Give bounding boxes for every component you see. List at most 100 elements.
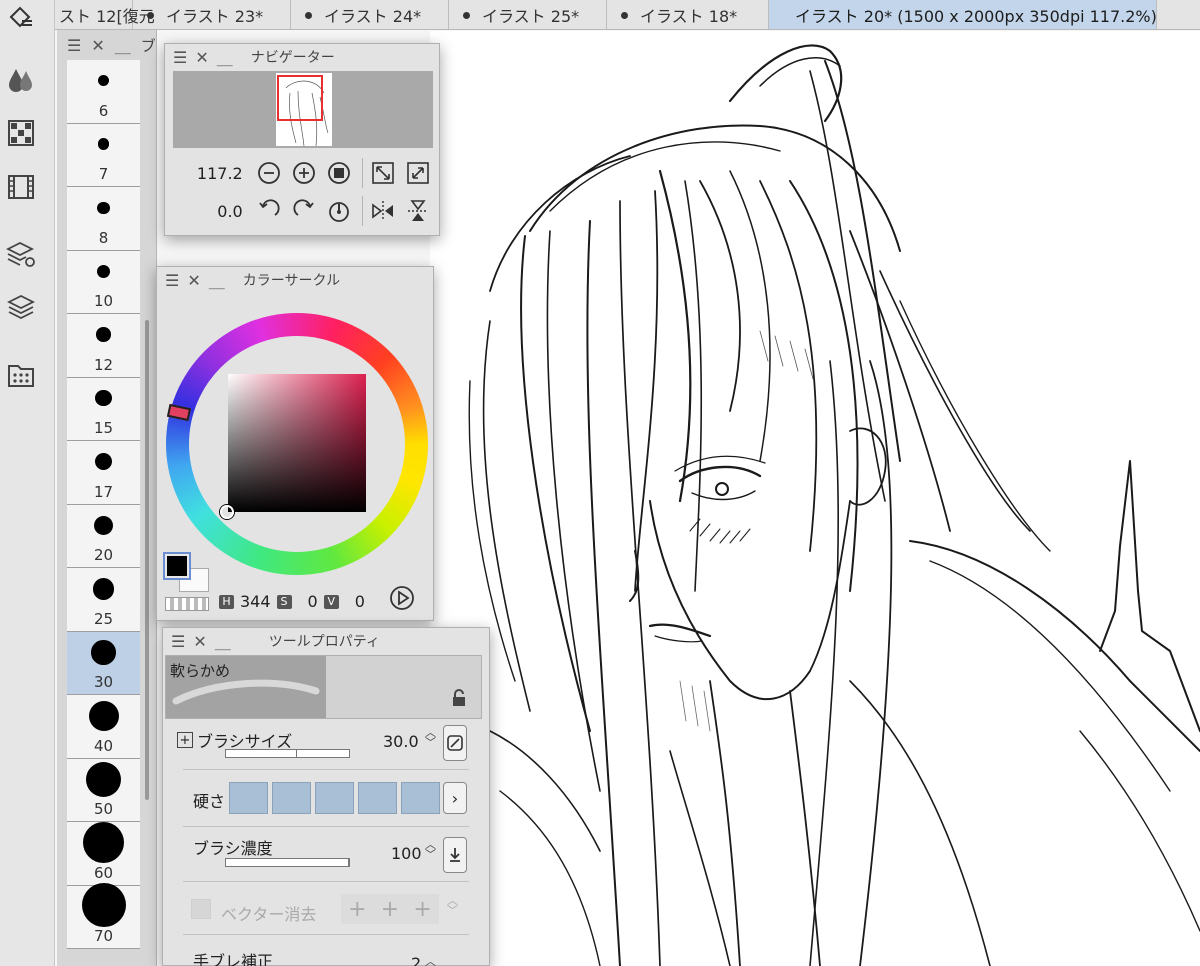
brush-dot-wrap	[83, 822, 124, 864]
zoom-value[interactable]: 117.2	[173, 164, 249, 183]
hardness-step-1[interactable]	[229, 782, 268, 814]
erase-mode-icon[interactable]: +	[413, 897, 431, 922]
brush-size-item[interactable]: 15	[67, 377, 140, 441]
brush-density-slider[interactable]	[225, 858, 350, 867]
brush-size-item[interactable]: 70	[67, 883, 140, 949]
brush-size-label: 17	[93, 482, 114, 501]
tab-illust-23[interactable]: イラスト 23*	[133, 0, 291, 29]
layers-icon[interactable]	[6, 292, 36, 322]
color-grid-icon[interactable]	[6, 118, 36, 148]
close-icon[interactable]: ✕	[195, 48, 208, 67]
view-frame[interactable]	[277, 75, 323, 121]
brush-dot-wrap	[91, 632, 116, 674]
brush-size-slider[interactable]	[225, 749, 350, 758]
saturation-value[interactable]: 0	[308, 592, 318, 611]
navigator-preview[interactable]	[173, 71, 433, 148]
menu-icon[interactable]: ☰	[67, 36, 81, 55]
actual-size-icon[interactable]	[325, 158, 354, 188]
material-icon[interactable]	[6, 360, 36, 390]
ink-drops-icon[interactable]	[6, 64, 36, 94]
lock-icon[interactable]	[450, 688, 468, 712]
close-icon[interactable]: ✕	[193, 632, 206, 651]
flip-horizontal-icon[interactable]	[369, 196, 398, 226]
hardness-step-5[interactable]	[401, 782, 440, 814]
brightness-value[interactable]: 0	[355, 592, 365, 611]
tab-illust-24[interactable]: イラスト 24*	[291, 0, 449, 29]
brush-size-item[interactable]: 50	[67, 758, 140, 822]
panel-title: ツールプロパティ	[268, 634, 380, 650]
pressure-settings-button[interactable]	[443, 725, 467, 761]
flip-vertical-icon[interactable]	[404, 196, 433, 226]
vector-erase-stepper[interactable]: ︿ ﹀	[447, 895, 458, 916]
brush-size-item[interactable]: 10	[67, 250, 140, 314]
close-icon[interactable]: ✕	[91, 36, 104, 55]
brush-size-item[interactable]: 8	[67, 187, 140, 251]
close-icon[interactable]: ✕	[187, 271, 200, 290]
minimize-icon[interactable]: ＿	[209, 268, 225, 292]
brush-size-label: 15	[93, 419, 114, 437]
divider	[361, 158, 363, 188]
modified-dot-icon	[621, 11, 628, 19]
brush-size-item[interactable]: 20	[67, 504, 140, 568]
brush-size-item[interactable]: 40	[67, 695, 140, 759]
color-mode-play-icon[interactable]	[389, 585, 415, 615]
hue-value[interactable]: 344	[240, 592, 271, 611]
minimize-icon[interactable]: ＿	[217, 45, 233, 69]
brush-density-stepper[interactable]: ︿ ﹀	[425, 839, 436, 860]
drawing-canvas[interactable]	[430, 31, 1200, 966]
erase-mode-icon[interactable]: +	[348, 897, 366, 922]
minimize-icon[interactable]: ＿	[115, 33, 131, 57]
filmstrip-icon[interactable]	[6, 172, 36, 202]
tab-illust-12[interactable]: スト 12[復元	[55, 0, 155, 29]
saturation-value-square[interactable]	[228, 374, 366, 512]
hardness-next-button[interactable]: ›	[443, 782, 467, 814]
zoom-out-icon[interactable]	[255, 158, 284, 188]
brush-size-item[interactable]: 6	[67, 60, 140, 124]
tab-illust-18[interactable]: イラスト 18*	[607, 0, 769, 29]
layer-search-icon[interactable]	[6, 240, 36, 270]
divider	[183, 881, 469, 882]
rotate-left-icon[interactable]	[255, 196, 284, 226]
brush-size-item[interactable]: 7	[67, 123, 140, 187]
reset-rotation-icon[interactable]	[325, 196, 354, 226]
zoom-in-icon[interactable]	[290, 158, 319, 188]
rotation-value[interactable]: 0.0	[173, 202, 249, 221]
fit-to-window-icon[interactable]	[369, 158, 398, 188]
menu-icon[interactable]: ☰	[173, 48, 187, 67]
brush-size-label: 30	[93, 673, 114, 691]
vector-erase-checkbox[interactable]	[191, 899, 211, 919]
brush-size-value[interactable]: 30.0	[383, 732, 419, 751]
divider	[183, 934, 469, 935]
tab-illust-25[interactable]: イラスト 25*	[449, 0, 607, 29]
menu-icon[interactable]: ☰	[171, 632, 185, 651]
menu-icon[interactable]: ☰	[165, 271, 179, 290]
palette-scrollbar[interactable]	[145, 320, 149, 800]
sv-marker[interactable]	[220, 505, 234, 519]
brush-size-item[interactable]: 12	[67, 314, 140, 378]
brush-size-item[interactable]: 30	[67, 631, 140, 695]
stabilization-stepper[interactable]: ︿	[425, 950, 436, 966]
vector-erase-mode-selector[interactable]: + + +	[341, 894, 439, 924]
sketch-drawing	[468, 44, 1200, 966]
minimize-icon[interactable]: ＿	[215, 629, 231, 653]
brush-size-item[interactable]: 60	[67, 822, 140, 886]
brush-size-stepper[interactable]: ︿ ﹀	[425, 727, 436, 748]
hardness-step-2[interactable]	[272, 782, 311, 814]
rotate-right-icon[interactable]	[290, 196, 319, 226]
erase-mode-icon[interactable]: +	[381, 897, 399, 922]
hardness-step-4[interactable]	[358, 782, 397, 814]
hardness-step-3[interactable]	[315, 782, 354, 814]
brush-size-item[interactable]: 17	[67, 441, 140, 505]
density-settings-button[interactable]	[443, 837, 467, 873]
shape-edit-icon[interactable]	[6, 2, 36, 32]
expand-icon[interactable]: +	[177, 732, 193, 748]
main-color-swatch[interactable]	[165, 554, 189, 578]
tab-illust-20[interactable]: イラスト 20* (1500 x 2000px 350dpi 117.2%)	[769, 0, 1157, 29]
stabilization-value[interactable]: 2	[411, 954, 421, 966]
brush-density-value[interactable]: 100	[391, 844, 422, 863]
brush-size-item[interactable]: 25	[67, 568, 140, 632]
transparent-color-swatch[interactable]	[165, 597, 209, 611]
brush-dot-wrap	[92, 568, 115, 610]
fill-window-icon[interactable]	[404, 158, 433, 188]
hardness-selector[interactable]	[229, 782, 441, 814]
